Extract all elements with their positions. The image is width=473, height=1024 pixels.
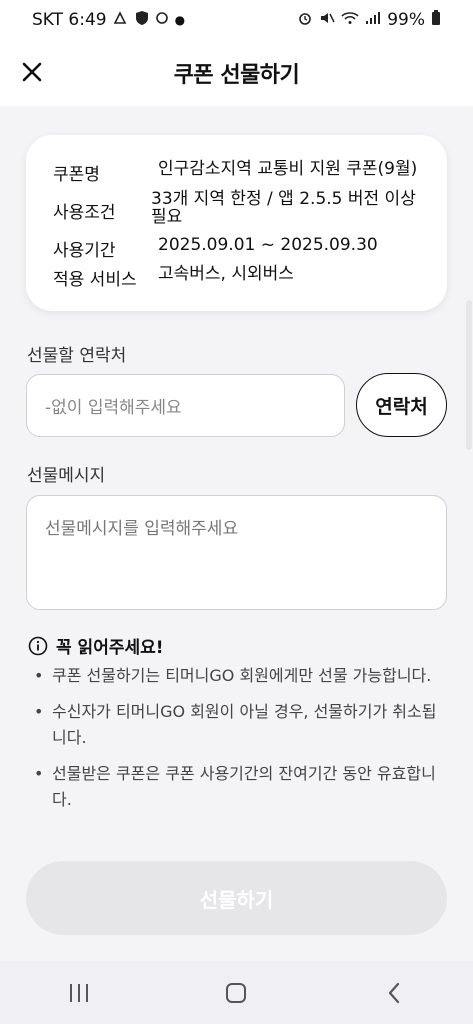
- vpn-icon: [155, 11, 169, 29]
- battery-icon: [431, 10, 441, 30]
- notification-icon: [113, 11, 129, 29]
- contact-input[interactable]: -없이 입력해주세요: [26, 374, 345, 437]
- page-title: 쿠폰 선물하기: [173, 63, 300, 88]
- recent-apps-button[interactable]: [49, 973, 109, 1013]
- coupon-value: 고속버스, 시외버스: [158, 264, 294, 284]
- status-bar: SKT 6:49 ● 99%: [0, 0, 473, 40]
- close-button[interactable]: [14, 54, 50, 90]
- system-nav-bar: [0, 961, 473, 1024]
- contact-placeholder: -없이 입력해주세요: [45, 398, 182, 418]
- coupon-label: 쿠폰명: [53, 165, 100, 185]
- coupon-info-card: 쿠폰명 인구감소지역 교통비 지원 쿠폰(9월) 사용조건 33개 지역 한정 …: [26, 135, 447, 311]
- wifi-icon: [341, 11, 359, 29]
- battery-percent: 99%: [387, 10, 425, 30]
- notice-list: 쿠폰 선물하기는 티머니GO 회원에게만 선물 가능합니다. 수신자가 티머니G…: [28, 663, 448, 823]
- notice-item: 수신자가 티머니GO 회원이 아닐 경우, 선물하기가 취소됩니다.: [28, 699, 448, 751]
- scrollbar[interactable]: [466, 300, 472, 450]
- alarm-icon: [297, 10, 313, 30]
- home-button[interactable]: [206, 973, 266, 1013]
- back-icon: [389, 982, 400, 1003]
- contact-picker-button[interactable]: 연락처: [356, 373, 447, 437]
- coupon-label: 사용기간: [53, 241, 116, 261]
- status-left: SKT 6:49 ●: [32, 10, 185, 30]
- message-label: 선물메시지: [27, 466, 106, 486]
- message-placeholder: 선물메시지를 입력해주세요: [45, 519, 239, 539]
- message-input[interactable]: 선물메시지를 입력해주세요: [26, 495, 447, 610]
- coupon-value: 2025.09.01 ~ 2025.09.30: [158, 235, 378, 255]
- mute-icon: [319, 10, 335, 30]
- coupon-value: 인구감소지역 교통비 지원 쿠폰(9월): [158, 159, 418, 179]
- recent-apps-icon: [69, 983, 88, 1002]
- coupon-label: 사용조건: [53, 203, 116, 223]
- contact-label: 선물할 연락처: [27, 346, 127, 366]
- status-right: 99%: [297, 10, 441, 30]
- shield-icon: [135, 10, 149, 30]
- app-header: 쿠폰 선물하기: [0, 40, 473, 106]
- more-dot-icon: ●: [174, 13, 186, 27]
- notice-item: 선물받은 쿠폰은 쿠폰 사용기간의 잔여기간 동안 유효합니다.: [28, 761, 448, 813]
- carrier-time: SKT 6:49: [32, 10, 107, 30]
- close-icon: [22, 62, 42, 82]
- coupon-value: 33개 지역 한정 / 앱 2.5.5 버전 이상 필요: [151, 189, 416, 227]
- notice-item: 쿠폰 선물하기는 티머니GO 회원에게만 선물 가능합니다.: [28, 663, 448, 689]
- notice-title: 꼭 읽어주세요!: [56, 638, 164, 658]
- gift-submit-button[interactable]: 선물하기: [26, 861, 447, 935]
- signal-icon: [365, 11, 381, 29]
- home-icon: [226, 982, 247, 1003]
- back-button[interactable]: [364, 973, 424, 1013]
- coupon-label: 적용 서비스: [53, 270, 137, 290]
- notice-header: 꼭 읽어주세요!: [28, 633, 164, 658]
- info-icon: [28, 636, 48, 655]
